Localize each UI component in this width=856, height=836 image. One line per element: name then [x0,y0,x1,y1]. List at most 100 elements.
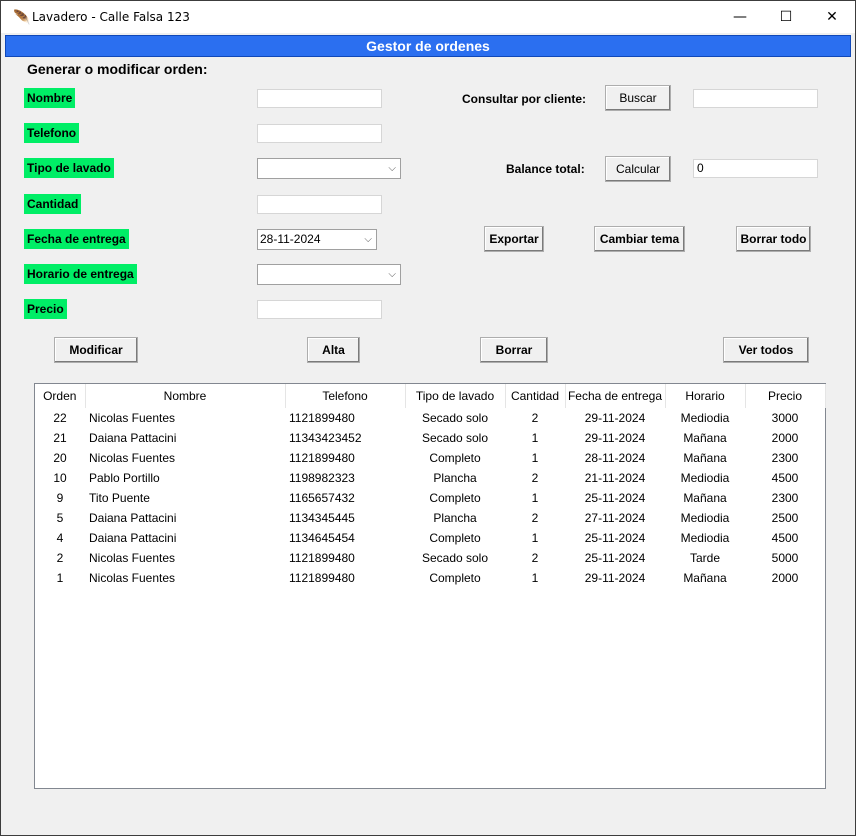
table-row[interactable]: 1 Nicolas Fuentes 1121899480 Completo 1 … [35,568,825,588]
buscar-cliente-input[interactable] [693,89,818,108]
cell-telefono: 1121899480 [289,571,355,585]
feather-icon: 🪶 [13,9,31,25]
cell-horario: Mediodia [680,531,730,545]
borrar-todo-button[interactable]: Borrar todo [736,226,811,252]
column-header-cantidad[interactable]: Cantidad [505,384,566,408]
cell-fecha-entrega: 21-11-2024 [584,471,646,485]
cell-tipo-lavado: Plancha [433,511,477,525]
column-header-horario[interactable]: Horario [665,384,746,408]
precio-label: Precio [24,299,67,319]
tipo-lavado-label: Tipo de lavado [24,158,114,178]
table-row[interactable]: 9 Tito Puente 1165657432 Completo 1 25-1… [35,488,825,508]
horario-entrega-label: Horario de entrega [24,264,137,284]
cell-fecha-entrega: 25-11-2024 [584,531,646,545]
cell-fecha-entrega: 25-11-2024 [584,551,646,565]
borrar-button[interactable]: Borrar [480,337,548,363]
cell-fecha-entrega: 25-11-2024 [584,491,646,505]
cell-horario: Tarde [689,551,721,565]
fecha-entrega-select[interactable]: 28-11-2024 ⌵ [257,229,377,250]
cell-horario: Mañana [683,571,727,585]
cell-fecha-entrega: 27-11-2024 [584,511,646,525]
cell-tipo-lavado: Completo [429,571,481,585]
cell-cantidad: 2 [531,471,539,485]
cell-horario: Mañana [683,431,727,445]
cell-cantidad: 1 [531,491,539,505]
table-row[interactable]: 10 Pablo Portillo 1198982323 Plancha 2 2… [35,468,825,488]
cell-fecha-entrega: 28-11-2024 [584,451,646,465]
cell-nombre: Pablo Portillo [89,471,160,485]
cell-cantidad: 2 [531,411,539,425]
table-row[interactable]: 22 Nicolas Fuentes 1121899480 Secado sol… [35,408,825,428]
table-row[interactable]: 21 Daiana Pattacini 11343423452 Secado s… [35,428,825,448]
cell-tipo-lavado: Secado solo [421,411,489,425]
table-row[interactable]: 2 Nicolas Fuentes 1121899480 Secado solo… [35,548,825,568]
fecha-entrega-value: 28-11-2024 [260,232,321,246]
precio-input[interactable] [257,300,382,319]
close-button[interactable]: ✕ [809,1,855,33]
chevron-down-icon[interactable]: ⌵ [388,159,396,178]
cell-fecha-entrega: 29-11-2024 [584,431,646,445]
cell-nombre: Daiana Pattacini [89,431,177,445]
cell-tipo-lavado: Secado solo [421,551,489,565]
cell-orden: 2 [56,551,64,565]
cell-telefono: 1121899480 [289,551,355,565]
calcular-button[interactable]: Calcular [605,156,671,182]
table-row[interactable]: 5 Daiana Pattacini 1134345445 Plancha 2 … [35,508,825,528]
cell-nombre: Nicolas Fuentes [89,451,176,465]
column-header-telefono[interactable]: Telefono [285,384,406,408]
buscar-button[interactable]: Buscar [605,85,671,111]
table-row[interactable]: 4 Daiana Pattacini 1134645454 Completo 1… [35,528,825,548]
cell-telefono: 1134645454 [289,531,355,545]
cell-tipo-lavado: Completo [429,531,481,545]
cell-nombre: Nicolas Fuentes [89,411,176,425]
column-header-tipo-lavado[interactable]: Tipo de lavado [405,384,506,408]
cambiar-tema-button[interactable]: Cambiar tema [594,226,685,252]
cell-tipo-lavado: Completo [429,451,481,465]
table-row[interactable]: 20 Nicolas Fuentes 1121899480 Completo 1… [35,448,825,468]
cell-tipo-lavado: Completo [429,491,481,505]
cell-precio: 3000 [771,411,799,425]
ver-todos-button[interactable]: Ver todos [723,337,809,363]
cell-precio: 2300 [771,451,799,465]
nombre-input[interactable] [257,89,382,108]
orders-table[interactable]: Orden Nombre Telefono Tipo de lavado Can… [34,383,826,789]
maximize-button[interactable]: ☐ [763,1,809,33]
column-header-precio[interactable]: Precio [745,384,826,408]
horario-entrega-select[interactable]: ⌵ [257,264,401,285]
tipo-lavado-select[interactable]: ⌵ [257,158,401,179]
cell-nombre: Daiana Pattacini [89,531,177,545]
column-header-orden[interactable]: Orden [35,384,86,408]
cell-fecha-entrega: 29-11-2024 [584,411,646,425]
consultar-cliente-label: Consultar por cliente: [462,92,587,106]
cell-orden: 10 [53,471,67,485]
cell-nombre: Tito Puente [89,491,150,505]
exportar-button[interactable]: Exportar [484,226,544,252]
cantidad-label: Cantidad [24,194,82,214]
cell-orden: 1 [56,571,64,585]
cell-telefono: 1198982323 [289,471,355,485]
table-header-row: Orden Nombre Telefono Tipo de lavado Can… [35,384,826,408]
balance-total-field[interactable]: 0 [693,159,818,178]
column-header-nombre[interactable]: Nombre [85,384,286,408]
cell-nombre: Daiana Pattacini [89,511,177,525]
cell-telefono: 11343423452 [289,431,362,445]
cell-orden: 4 [56,531,64,545]
cell-precio: 4500 [771,531,799,545]
column-header-fecha-entrega[interactable]: Fecha de entrega [565,384,666,408]
minimize-button[interactable]: — [717,1,763,33]
cell-precio: 2500 [771,511,799,525]
cell-cantidad: 1 [531,571,539,585]
cantidad-input[interactable] [257,195,382,214]
cell-telefono: 1165657432 [289,491,355,505]
modificar-button[interactable]: Modificar [54,337,138,363]
telefono-input[interactable] [257,124,382,143]
chevron-down-icon[interactable]: ⌵ [364,230,372,249]
cell-precio: 2000 [771,571,799,585]
cell-cantidad: 2 [531,511,539,525]
chevron-down-icon[interactable]: ⌵ [388,265,396,284]
cell-precio: 5000 [771,551,799,565]
nombre-label: Nombre [24,88,76,108]
alta-button[interactable]: Alta [307,337,360,363]
window-title: Lavadero - Calle Falsa 123 [32,10,190,24]
cell-horario: Mañana [683,491,727,505]
